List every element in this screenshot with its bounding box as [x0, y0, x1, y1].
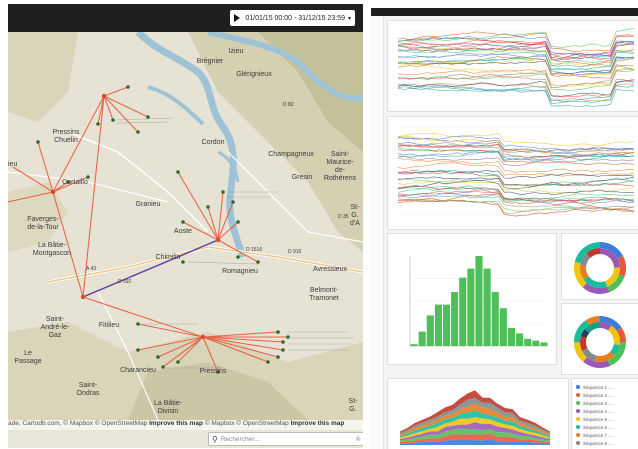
- place-label: St- G. d'A: [350, 204, 360, 227]
- road-label: A 43: [86, 266, 97, 272]
- line-chart-card: [387, 20, 638, 112]
- map-search[interactable]: ⚲ Rechercher... ⊗: [208, 432, 363, 446]
- place-label: Cordon: [201, 139, 225, 146]
- legend-swatch: [576, 393, 580, 397]
- legend-swatch: [576, 433, 580, 437]
- improve-map-link[interactable]: Improve this map: [149, 420, 203, 427]
- histogram-card: [387, 233, 557, 365]
- map-attribution: ade, Cartodb.com, © Mapbox © OpenStreetM…: [8, 420, 363, 430]
- histogram-bar: [410, 344, 418, 346]
- histogram-bar: [418, 331, 426, 346]
- place-label: Champagneux: [268, 151, 314, 158]
- place-label: Pressins: [199, 368, 227, 375]
- line-chart-2: [388, 117, 638, 229]
- legend-card: Séquence 1 ... Séquence 2 ... Séquence 3 .…: [571, 378, 638, 449]
- histogram-bar: [532, 340, 540, 346]
- stacked-area-card: [387, 378, 569, 449]
- legend-swatch: [576, 409, 580, 413]
- place-label: Avressieux: [312, 266, 348, 273]
- panel-gap: [363, 0, 371, 449]
- place-label: Belmont- Tramonet: [309, 287, 339, 302]
- place-label: Granieu: [135, 201, 161, 208]
- place-label: Saint- Ondras: [76, 382, 100, 397]
- dashboard-sidebar: [371, 16, 384, 449]
- donut-chart: [574, 316, 626, 368]
- histogram-bar: [442, 304, 451, 346]
- legend-label: Séquence 5 ...: [583, 417, 612, 422]
- place-label: Fitilieu: [98, 322, 120, 329]
- place-label: Saint- André-le- Gaz: [40, 316, 70, 339]
- legend-label: Séquence 2 ...: [583, 393, 612, 398]
- place-label: Gresin: [291, 174, 313, 181]
- donut-card: [561, 233, 638, 300]
- play-icon[interactable]: [234, 14, 241, 22]
- legend-swatch: [576, 425, 580, 429]
- place-label: Faverges- de-la-Tour: [27, 216, 59, 231]
- legend-swatch: [576, 401, 580, 405]
- histogram-bar: [467, 268, 475, 346]
- map-panel[interactable]: 01/01/15 00:00 - 31/12/15 23:59 ▾ Izieu …: [8, 4, 363, 448]
- histogram-bar: [483, 268, 491, 346]
- line-chart-card: [387, 116, 638, 230]
- place-label: Izieu: [228, 48, 244, 55]
- place-label: Aoste: [174, 228, 192, 235]
- legend-list: Séquence 1 ... Séquence 2 ... Séquence 3 .…: [576, 385, 612, 446]
- histogram-bar: [475, 256, 483, 346]
- dashboard-header: [371, 8, 638, 16]
- map-canvas[interactable]: [8, 32, 363, 420]
- search-icon: ⚲: [212, 434, 218, 444]
- legend-label: Séquence 1 ...: [583, 385, 612, 390]
- time-range-label: 01/01/15 00:00 - 31/12/15 23:59: [245, 14, 345, 22]
- legend-swatch: [576, 441, 580, 445]
- road-label: D 82: [283, 102, 294, 108]
- histogram-bar: [451, 292, 459, 346]
- legend-swatch: [576, 385, 580, 389]
- improve-map-link[interactable]: Improve this map: [291, 420, 345, 427]
- histogram-bar: [459, 277, 467, 346]
- histogram-bar: [499, 308, 507, 346]
- legend-swatch: [576, 417, 580, 421]
- road-label: D 35: [338, 214, 349, 220]
- road-label: D 592: [118, 279, 132, 285]
- legend-label: Séquence 6 ...: [583, 425, 612, 430]
- place-label: St- G.: [348, 398, 358, 413]
- place-label: Charancieu: [120, 367, 156, 374]
- map-toolbar: 01/01/15 00:00 - 31/12/15 23:59 ▾: [8, 4, 363, 32]
- legend-label: Séquence 7 ...: [583, 433, 612, 438]
- time-range-control[interactable]: 01/01/15 00:00 - 31/12/15 23:59 ▾: [230, 10, 355, 26]
- line-chart-1: [388, 21, 638, 111]
- place-label: ieu: [8, 161, 18, 168]
- chevron-down-icon[interactable]: ▾: [348, 15, 351, 22]
- stacked-area-chart: [400, 390, 550, 445]
- place-label: La Bâtie- Divisin: [153, 400, 183, 415]
- place-label: Pressins Chuelin: [52, 129, 80, 144]
- place-label: La Bâtie- Montgascon: [32, 242, 72, 257]
- legend-label: Séquence 4 ...: [583, 409, 612, 414]
- search-input[interactable]: Rechercher...: [221, 436, 260, 443]
- histogram-bar: [524, 338, 532, 346]
- place-label: Cortaillo: [62, 179, 88, 186]
- road-label: D 1516: [246, 247, 263, 253]
- place-label: Glérignieux: [236, 71, 272, 78]
- place-label: Saint- Maurice- de- Rothérens: [323, 151, 357, 182]
- histogram-bar: [516, 333, 524, 346]
- donut-chart: [574, 242, 626, 294]
- histogram-bar: [434, 304, 442, 346]
- legend-label: Séquence 8 ...: [583, 441, 612, 446]
- histogram-bar: [491, 292, 499, 346]
- dashboard-panel: Séquence 1 ... Séquence 2 ... Séquence 3 .…: [371, 8, 638, 449]
- road-label: D 916: [288, 249, 302, 255]
- place-label: Brégnier: [196, 58, 224, 65]
- donut-card: [561, 303, 638, 375]
- clear-icon[interactable]: ⊗: [355, 435, 361, 443]
- histogram-bar: [540, 342, 548, 346]
- place-label: Le Passage: [14, 350, 42, 365]
- place-label: Chimilin: [155, 254, 181, 261]
- histogram-bar: [426, 315, 434, 346]
- histogram-bar: [507, 328, 516, 346]
- place-label: Romagnieu: [222, 268, 258, 275]
- legend-label: Séquence 3 ...: [583, 401, 612, 406]
- histogram-chart: [409, 255, 548, 347]
